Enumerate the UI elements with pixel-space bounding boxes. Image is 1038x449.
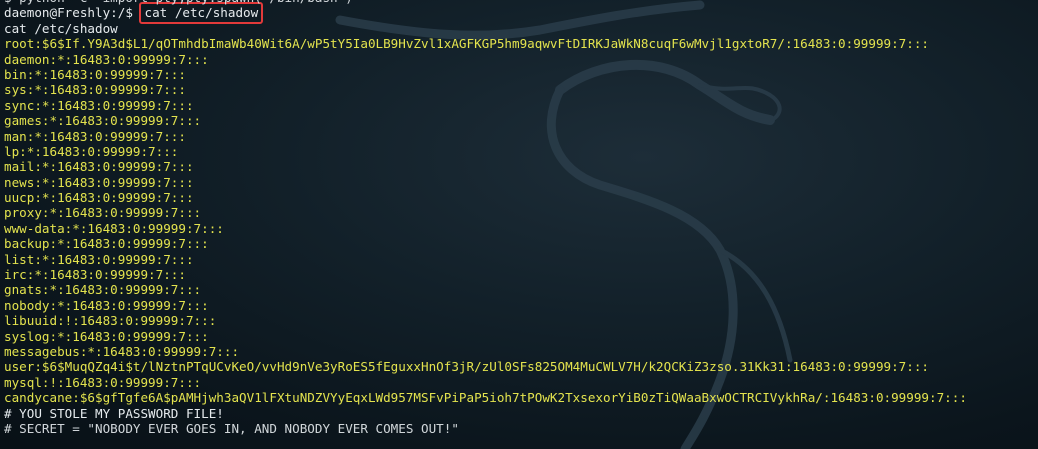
- terminal-line: uucp:*:16483:0:99999:7:::: [4, 190, 1038, 205]
- terminal-line-text: libuuid:!:16483:0:99999:7:::: [4, 313, 217, 329]
- terminal-line-text: # SECRET = "NOBODY EVER GOES IN, AND NOB…: [4, 420, 459, 436]
- terminal-line-text: proxy:*:16483:0:99999:7:::: [4, 205, 202, 221]
- terminal-line-text: lp:*:16483:0:99999:7:::: [4, 143, 179, 159]
- terminal-line: syslog:*:16483:0:99999:7:::: [4, 329, 1038, 344]
- terminal-line: candycane:$6$gfTgfe6A$pAMHjwh3aQV1lFXtuN…: [4, 390, 1038, 405]
- terminal-line: lp:*:16483:0:99999:7:::: [4, 144, 1038, 159]
- terminal-line: daemon@Freshly:/$ cat /etc/shadow: [4, 2, 1038, 25]
- terminal-line-text: gnats:*:16483:0:99999:7:::: [4, 282, 202, 298]
- terminal-line-text: syslog:*:16483:0:99999:7:::: [4, 328, 209, 344]
- terminal-line-text: news:*:16483:0:99999:7:::: [4, 174, 194, 190]
- highlighted-command: cat /etc/shadow: [139, 2, 264, 25]
- terminal-line-text: daemon@Freshly:/$: [4, 5, 141, 21]
- terminal-line: mysql:!:16483:0:99999:7:::: [4, 375, 1038, 390]
- terminal-line: irc:*:16483:0:99999:7:::: [4, 267, 1038, 282]
- terminal-line: www-data:*:16483:0:99999:7:::: [4, 221, 1038, 236]
- terminal-line-text: # YOU STOLE MY PASSWORD FILE!: [4, 405, 224, 421]
- terminal-line: user:$6$MuqQZq4i$t/lNztnPTqUCvKeO/vvHd9n…: [4, 359, 1038, 374]
- terminal-line: mail:*:16483:0:99999:7:::: [4, 159, 1038, 174]
- terminal-line-text: games:*:16483:0:99999:7:::: [4, 113, 202, 129]
- terminal-line: # YOU STOLE MY PASSWORD FILE!: [4, 406, 1038, 421]
- terminal-line: backup:*:16483:0:99999:7:::: [4, 236, 1038, 251]
- terminal-line-text: candycane:$6$gfTgfe6A$pAMHjwh3aQV1lFXtuN…: [4, 390, 967, 406]
- terminal-line-text: man:*:16483:0:99999:7:::: [4, 128, 186, 144]
- terminal-line-text: list:*:16483:0:99999:7:::: [4, 251, 194, 267]
- terminal-line-text: uucp:*:16483:0:99999:7:::: [4, 190, 194, 206]
- terminal-line-text: user:$6$MuqQZq4i$t/lNztnPTqUCvKeO/vvHd9n…: [4, 359, 930, 375]
- terminal-line: news:*:16483:0:99999:7:::: [4, 175, 1038, 190]
- terminal-line-text: sys:*:16483:0:99999:7:::: [4, 82, 186, 98]
- terminal-line: sys:*:16483:0:99999:7:::: [4, 82, 1038, 97]
- terminal-line-text: sync:*:16483:0:99999:7:::: [4, 97, 194, 113]
- terminal-line-text: mail:*:16483:0:99999:7:::: [4, 159, 194, 175]
- terminal-line-text: www-data:*:16483:0:99999:7:::: [4, 220, 224, 236]
- terminal-output: $ python -c "import pty;pty.spawn('/bin/…: [4, 0, 1038, 436]
- terminal-line: gnats:*:16483:0:99999:7:::: [4, 282, 1038, 297]
- terminal-line-text: irc:*:16483:0:99999:7:::: [4, 267, 186, 283]
- terminal-line: games:*:16483:0:99999:7:::: [4, 113, 1038, 128]
- terminal-line: proxy:*:16483:0:99999:7:::: [4, 205, 1038, 220]
- terminal-line-text: cat /etc/shadow: [4, 20, 118, 36]
- terminal-line: list:*:16483:0:99999:7:::: [4, 252, 1038, 267]
- terminal-line-text: daemon:*:16483:0:99999:7:::: [4, 51, 209, 67]
- terminal-line: root:$6$If.Y9A3d$L1/qOTmhdbImaWb40Wit6A/…: [4, 36, 1038, 51]
- terminal-line: # SECRET = "NOBODY EVER GOES IN, AND NOB…: [4, 421, 1038, 436]
- terminal-line-text: backup:*:16483:0:99999:7:::: [4, 236, 209, 252]
- terminal-line: nobody:*:16483:0:99999:7:::: [4, 298, 1038, 313]
- terminal-line-text: mysql:!:16483:0:99999:7:::: [4, 374, 202, 390]
- terminal-line: libuuid:!:16483:0:99999:7:::: [4, 313, 1038, 328]
- terminal-line: sync:*:16483:0:99999:7:::: [4, 98, 1038, 113]
- terminal-line: man:*:16483:0:99999:7:::: [4, 129, 1038, 144]
- terminal-line: $ python -c "import pty;pty.spawn('/bin/…: [4, 0, 1038, 5]
- terminal-line-text: root:$6$If.Y9A3d$L1/qOTmhdbImaWb40Wit6A/…: [4, 36, 930, 52]
- terminal-line-text: bin:*:16483:0:99999:7:::: [4, 66, 186, 82]
- terminal-line: messagebus:*:16483:0:99999:7:::: [4, 344, 1038, 359]
- terminal-line: daemon:*:16483:0:99999:7:::: [4, 52, 1038, 67]
- terminal-line: bin:*:16483:0:99999:7:::: [4, 67, 1038, 82]
- terminal-line-text: $ python -c "import pty;pty.spawn('/bin/…: [4, 0, 360, 5]
- terminal-line-text: messagebus:*:16483:0:99999:7:::: [4, 343, 240, 359]
- terminal-line-text: nobody:*:16483:0:99999:7:::: [4, 297, 209, 313]
